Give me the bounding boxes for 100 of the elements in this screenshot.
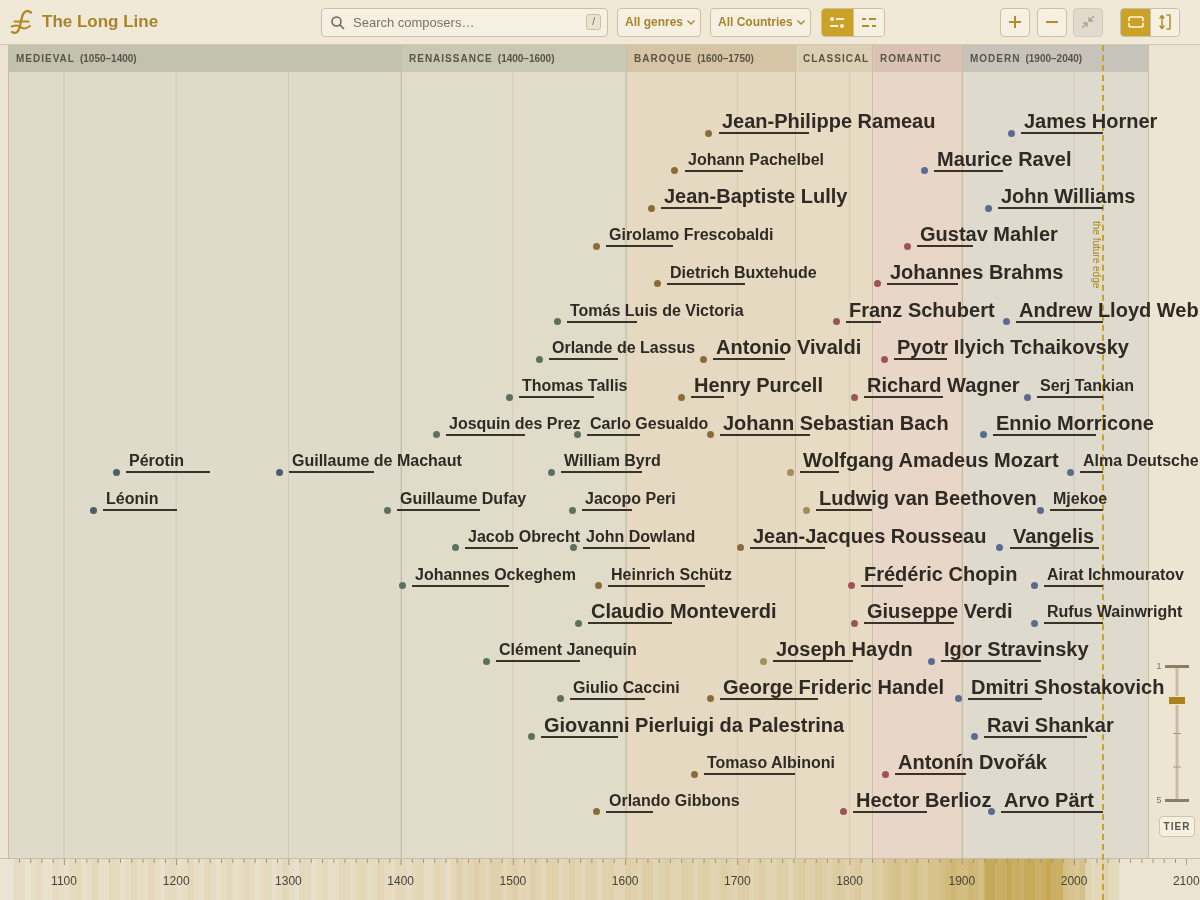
lifespan-bar [894,358,947,361]
composer-name[interactable]: Heinrich Schütz [608,565,732,584]
composer-name[interactable]: Wolfgang Amadeus Mozart [800,449,1059,472]
lifespan-bar [691,396,724,399]
lifespan-bar [685,169,743,172]
zoom-in-button[interactable] [1000,7,1030,37]
era-range: (1600–1750) [697,53,754,64]
vertical-arrows-icon [1159,14,1171,30]
view-mode-button[interactable] [852,8,884,36]
composer-name[interactable]: Johannes Ockeghem [412,565,576,584]
composer-name[interactable]: Jean-Philippe Rameau [719,110,936,132]
lifespan-bar [1044,584,1103,587]
composer-name[interactable]: Jacopo Peri [582,490,676,509]
composer-name[interactable]: Airat Ichmouratov [1044,565,1184,584]
future-edge-label: the future edge [1091,221,1102,289]
composer-name[interactable]: Pérotin [126,452,185,471]
composer-name[interactable]: Orlando Gibbons [606,791,740,810]
tier-button[interactable]: TIER [1158,816,1195,837]
axis-label: 1400 [387,874,415,888]
composer-name[interactable]: Ennio Morricone [993,411,1154,434]
composer-name[interactable]: Andrew Lloyd Web [1016,298,1199,321]
composer-name[interactable]: Léonin [103,490,159,509]
composer-name[interactable]: Tomás Luis de Victoria [567,301,744,320]
composer-name[interactable]: William Byrd [561,452,661,471]
slider-min-label: 1 [1156,662,1163,671]
lifespan-bar [1080,471,1103,474]
lifespan-bar [1044,622,1103,625]
composer-name[interactable]: Dmitri Shostakovich [968,675,1165,698]
tier-slider-track[interactable] [1164,665,1189,802]
composer-name[interactable]: Igor Stravinsky [941,638,1089,661]
composer-name[interactable]: Maurice Ravel [934,147,1072,170]
lifespan-bar [713,358,785,361]
dashes-icon [861,16,876,28]
composer-name[interactable]: Rufus Wainwright [1044,603,1183,622]
composer-name[interactable]: James Horner [1021,110,1158,132]
composer-name[interactable]: Guillaume de Machaut [289,452,462,471]
composer-name[interactable]: John Williams [998,185,1136,208]
era-range: (1400–1600) [497,53,555,64]
composer-name[interactable]: Alma Deutsche [1080,452,1199,471]
composer-name[interactable]: Clément Janequin [496,641,637,660]
composer-name[interactable]: Tomaso Albinoni [704,754,835,773]
composer-name[interactable]: Johann Sebastian Bach [720,411,949,434]
era-label: ROMANTIC [880,53,942,64]
composer-name[interactable]: John Dowland [583,527,696,546]
composer-name[interactable]: Serj Tankian [1037,377,1134,396]
slider-thumb[interactable] [1167,695,1186,705]
composer-name[interactable]: Ravi Shankar [984,713,1114,736]
lifespan-bar [1050,509,1103,512]
composer-name[interactable]: Franz Schubert [846,298,995,321]
era-label: CLASSICAL [803,53,870,64]
composer-name[interactable]: Hector Berlioz [853,788,992,811]
composer-name[interactable]: Mjekoe [1050,490,1108,509]
lifespan-bar [917,245,973,248]
composer-name[interactable]: Ludwig van Beethoven [816,487,1037,510]
composer-name[interactable]: Johann Pachelbel [685,150,825,169]
composer-name[interactable]: Gustav Mahler [917,223,1058,246]
composer-name[interactable]: Richard Wagner [864,374,1020,397]
axis-label: 1800 [836,874,863,888]
axis-label: 1100 [51,874,77,888]
lifespan-bar [567,320,637,323]
lifespan-bar [816,509,872,512]
composer-name[interactable]: Henry Purcell [691,374,823,397]
composer-name[interactable]: Guillaume Dufay [397,490,527,509]
composer-name[interactable]: Johannes Brahms [887,260,1064,283]
logo-icon [10,9,34,35]
slider-max-label: 5 [1156,796,1163,805]
era-label: MEDIEVAL [16,53,75,64]
composer-name[interactable]: Girolamo Frescobaldi [606,226,774,245]
composer-name[interactable]: Giuseppe Verdi [864,600,1013,623]
axis-label: 1200 [162,874,190,888]
zoom-out-button[interactable] [1037,7,1067,37]
composer-name[interactable]: Jean-Jacques Rousseau [750,524,987,547]
composer-name[interactable]: Pyotr Ilyich Tchaikovsky [894,336,1129,359]
composer-name[interactable]: George Frideric Handel [720,675,945,698]
composer-name[interactable]: Jean-Baptiste Lully [661,185,848,208]
composer-name[interactable]: Claudio Monteverdi [588,600,777,623]
lifespan-bar [606,245,673,248]
axis-label: 1600 [611,874,639,888]
composer-name[interactable]: Antonín Dvořák [895,751,1047,774]
composer-name[interactable]: Arvo Pärt [1001,788,1095,811]
composer-name[interactable]: Joseph Haydn [773,638,913,661]
composer-name[interactable]: Giovanni Pierluigi da Palestrina [541,713,845,736]
composer-name[interactable]: Antonio Vivaldi [713,336,862,359]
composer-name[interactable]: Dietrich Buxtehude [667,263,817,282]
composer-name[interactable]: Orlande de Lassus [549,339,696,358]
orientation-button[interactable] [1121,8,1150,36]
composer-name[interactable]: Giulio Caccini [570,678,680,697]
composer-name[interactable]: Josquin des Prez [446,414,581,433]
lifespan-bar [895,773,966,776]
chevron-down-icon [796,19,805,25]
lifespan-bar [583,546,650,549]
orientation-button[interactable] [1150,8,1179,36]
composer-name[interactable]: Jacob Obrecht [465,527,581,546]
composer-name[interactable]: Vangelis [1010,524,1095,547]
chevron-down-icon [687,19,696,25]
composer-name[interactable]: Frédéric Chopin [861,562,1018,585]
composer-name[interactable]: Carlo Gesualdo [587,414,709,433]
composer-name[interactable]: Thomas Tallis [519,377,628,396]
view-mode-button[interactable] [821,8,853,36]
axis-label: 1500 [499,874,527,888]
